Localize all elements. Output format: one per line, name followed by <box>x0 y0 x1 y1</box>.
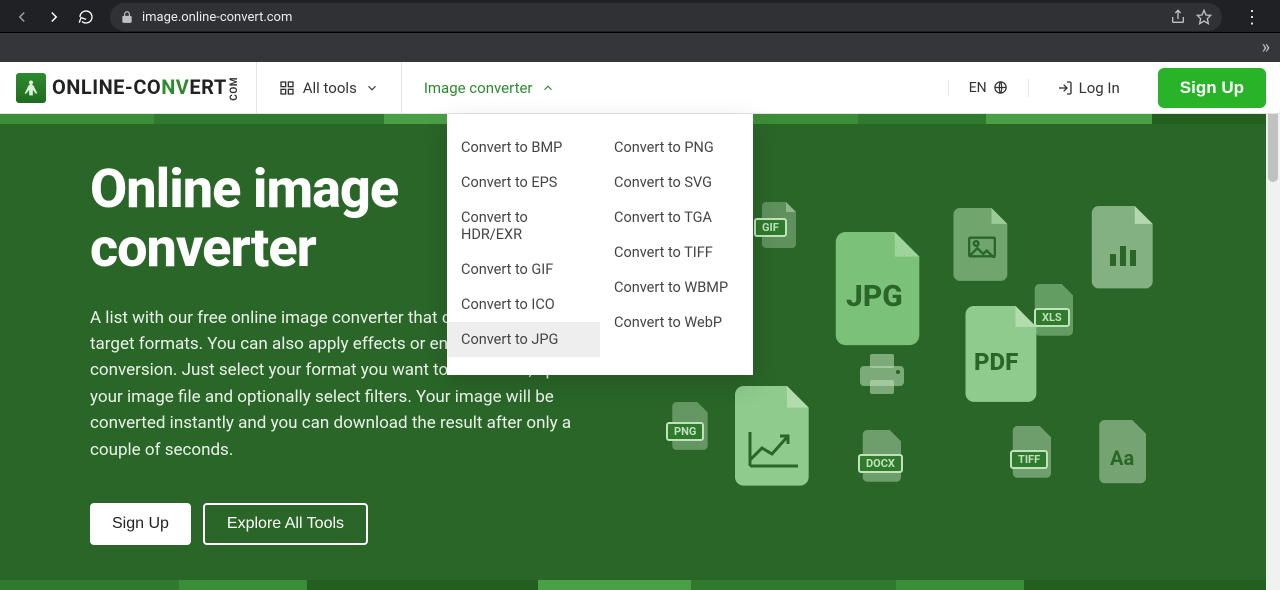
dropdown-item[interactable]: Convert to WBMP <box>600 270 753 305</box>
image-converter-dropdown: Convert to BMPConvert to EPSConvert to H… <box>447 114 753 375</box>
share-icon[interactable] <box>1170 9 1186 25</box>
chevron-up-icon <box>541 81 555 95</box>
language-label: EN <box>969 80 987 96</box>
dropdown-item[interactable]: Convert to SVG <box>600 165 753 200</box>
dropdown-item[interactable]: Convert to WebP <box>600 305 753 340</box>
login-link[interactable]: Log In <box>1028 79 1148 97</box>
nav-image-converter-label: Image converter <box>424 79 533 97</box>
grid-icon <box>279 80 295 96</box>
chrome-tabstrip: » <box>0 32 1280 62</box>
signup-button[interactable]: Sign Up <box>1158 68 1266 108</box>
site-logo[interactable]: ONLINE-CONVERTCOM <box>0 62 257 113</box>
language-switcher[interactable]: EN <box>948 80 1028 96</box>
login-label: Log In <box>1079 79 1120 97</box>
lock-icon <box>120 10 134 24</box>
hero-explore-button[interactable]: Explore All Tools <box>203 503 368 545</box>
dropdown-item[interactable]: Convert to ICO <box>447 287 600 322</box>
browser-chrome: image.online-convert.com ⋮ » <box>0 0 1280 62</box>
back-icon[interactable] <box>8 3 36 31</box>
reload-icon[interactable] <box>72 3 100 31</box>
hero-signup-button[interactable]: Sign Up <box>90 503 191 545</box>
nav-image-converter[interactable]: Image converter <box>402 62 577 113</box>
logo-mark-icon <box>16 73 46 103</box>
omnibox[interactable]: image.online-convert.com <box>110 3 1222 31</box>
dropdown-item[interactable]: Convert to TGA <box>600 200 753 235</box>
page-scrollbar[interactable] <box>1266 62 1280 590</box>
omnibox-url: image.online-convert.com <box>142 10 292 25</box>
globe-icon <box>993 80 1008 95</box>
hero-bottom-stripe <box>0 580 1280 590</box>
site-topnav: ONLINE-CONVERTCOM All tools Image conver… <box>0 62 1280 114</box>
forward-icon[interactable] <box>40 3 68 31</box>
nav-all-tools-label: All tools <box>303 79 357 97</box>
dropdown-item[interactable]: Convert to JPG <box>447 322 600 357</box>
dropdown-item[interactable]: Convert to GIF <box>447 252 600 287</box>
login-icon <box>1057 80 1073 96</box>
chevron-down-icon <box>365 81 379 95</box>
nav-all-tools[interactable]: All tools <box>257 62 402 113</box>
chrome-menu-icon[interactable]: ⋮ <box>1232 7 1272 28</box>
dropdown-item[interactable]: Convert to EPS <box>447 165 600 200</box>
logo-text: ONLINE-CONVERTCOM <box>52 75 240 101</box>
dropdown-item[interactable]: Convert to TIFF <box>600 235 753 270</box>
tabs-overflow-icon[interactable]: » <box>1262 39 1270 57</box>
dropdown-item[interactable]: Convert to BMP <box>447 130 600 165</box>
star-icon[interactable] <box>1196 9 1212 25</box>
dropdown-item[interactable]: Convert to PNG <box>600 130 753 165</box>
dropdown-item[interactable]: Convert to HDR/EXR <box>447 200 600 252</box>
